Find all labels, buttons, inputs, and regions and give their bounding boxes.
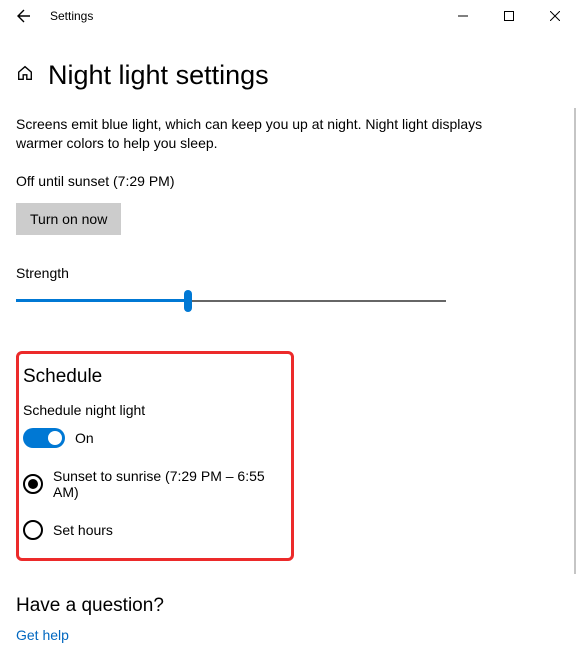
schedule-toggle[interactable]: [23, 428, 65, 448]
page-header: Night light settings: [16, 60, 562, 91]
slider-thumb[interactable]: [184, 290, 192, 312]
back-arrow-icon: [16, 8, 32, 24]
radio-sunset-label: Sunset to sunrise (7:29 PM – 6:55 AM): [53, 468, 277, 500]
maximize-button[interactable]: [486, 0, 532, 32]
page-title: Night light settings: [48, 60, 269, 91]
strength-label: Strength: [16, 265, 562, 281]
close-icon: [550, 11, 560, 21]
radio-sunset[interactable]: [23, 474, 43, 494]
scrollbar[interactable]: [574, 108, 576, 574]
back-button[interactable]: [4, 0, 44, 32]
help-heading: Have a question?: [16, 595, 562, 617]
schedule-toggle-state: On: [75, 430, 94, 446]
page-description: Screens emit blue light, which can keep …: [16, 115, 486, 153]
status-text: Off until sunset (7:29 PM): [16, 173, 562, 189]
get-help-link[interactable]: Get help: [16, 627, 562, 643]
page-content: Night light settings Screens emit blue l…: [0, 60, 578, 643]
titlebar: Settings: [0, 0, 578, 32]
turn-on-button[interactable]: Turn on now: [16, 203, 121, 235]
radio-set-hours[interactable]: [23, 520, 43, 540]
maximize-icon: [504, 11, 514, 21]
schedule-heading: Schedule: [23, 366, 277, 388]
radio-set-hours-label: Set hours: [53, 522, 113, 538]
window-controls: [440, 0, 578, 32]
radio-row-sunset[interactable]: Sunset to sunrise (7:29 PM – 6:55 AM): [23, 468, 277, 500]
minimize-icon: [458, 11, 468, 21]
schedule-toggle-row: On: [23, 428, 277, 448]
help-section: Have a question? Get help: [16, 595, 562, 643]
schedule-toggle-label: Schedule night light: [23, 402, 277, 418]
home-icon[interactable]: [16, 64, 34, 87]
schedule-section: Schedule Schedule night light On Sunset …: [16, 351, 294, 561]
minimize-button[interactable]: [440, 0, 486, 32]
window-title: Settings: [50, 9, 93, 23]
strength-slider[interactable]: [16, 291, 446, 311]
radio-row-set-hours[interactable]: Set hours: [23, 520, 277, 540]
close-button[interactable]: [532, 0, 578, 32]
